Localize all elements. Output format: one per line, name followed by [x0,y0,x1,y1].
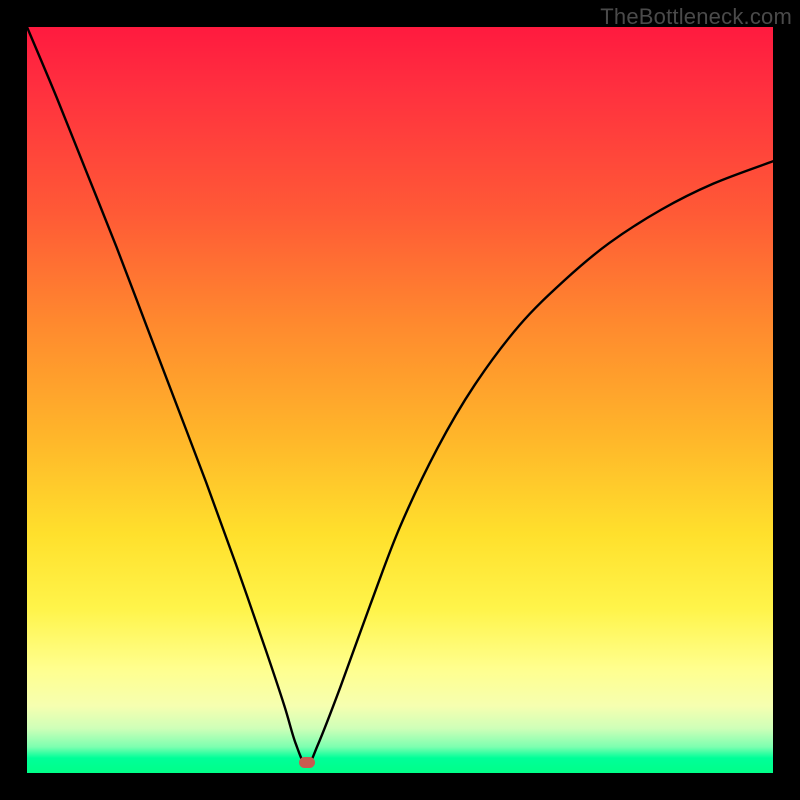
bottleneck-curve [27,27,773,773]
minimum-marker [299,757,315,768]
watermark-text: TheBottleneck.com [600,4,792,30]
plot-area [27,27,773,773]
chart-frame: TheBottleneck.com [0,0,800,800]
